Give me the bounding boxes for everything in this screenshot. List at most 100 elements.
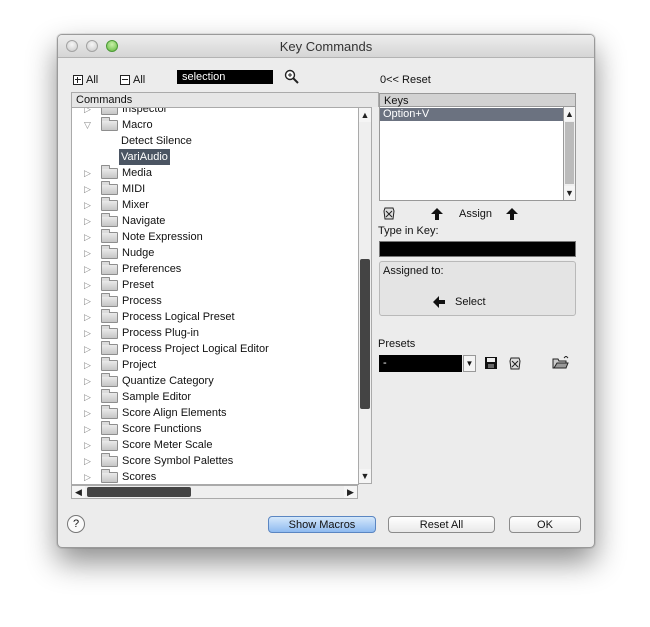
tree-item[interactable]: ▷ Process Plug-in <box>72 325 358 341</box>
title-bar: Key Commands <box>58 35 594 58</box>
folder-icon <box>101 181 118 195</box>
disclosure-closed-icon[interactable]: ▷ <box>84 309 94 325</box>
disclosure-closed-icon[interactable]: ▷ <box>84 405 94 421</box>
disclosure-closed-icon[interactable]: ▷ <box>84 213 94 229</box>
disclosure-closed-icon[interactable]: ▷ <box>84 325 94 341</box>
folder-icon <box>101 245 118 259</box>
scroll-left-arrow-icon[interactable]: ◀ <box>72 486 85 498</box>
commands-scroll-thumb[interactable] <box>360 259 370 409</box>
ok-button[interactable]: OK <box>509 516 581 533</box>
reset-all-button[interactable]: Reset All <box>388 516 495 533</box>
collapse-all-button[interactable]: All <box>120 74 145 86</box>
tree-item[interactable]: ▷ Note Expression <box>72 229 358 245</box>
keys-list[interactable]: Option+V <box>379 107 565 201</box>
commands-tree[interactable]: ▷ Inspector ▽ Macro Detect Silence VariAudio ▷… <box>71 107 359 485</box>
disclosure-closed-icon[interactable]: ▷ <box>84 453 94 469</box>
disclosure-closed-icon[interactable]: ▷ <box>84 277 94 293</box>
arrow-up-icon[interactable] <box>431 208 443 220</box>
tree-item[interactable]: ▷ Preset <box>72 277 358 293</box>
disclosure-closed-icon[interactable]: ▷ <box>84 245 94 261</box>
disclosure-closed-icon[interactable]: ▷ <box>84 469 94 484</box>
tree-item[interactable]: ▷ Sample Editor <box>72 389 358 405</box>
folder-icon <box>101 165 118 179</box>
tree-item[interactable]: ▷ Quantize Category <box>72 373 358 389</box>
disclosure-open-icon[interactable]: ▽ <box>84 117 94 133</box>
tree-item-label: Note Expression <box>122 231 203 243</box>
commands-column-header: Commands <box>71 92 379 107</box>
keys-scroll-down-icon[interactable]: ▼ <box>564 186 575 200</box>
key-row[interactable]: Option+V <box>380 108 563 121</box>
tree-item-label: Scores <box>122 471 157 483</box>
disclosure-closed-icon[interactable]: ▷ <box>84 373 94 389</box>
disclosure-closed-icon[interactable]: ▷ <box>84 421 94 437</box>
tree-item[interactable]: ▷ Process Logical Preset <box>72 309 358 325</box>
tree-item[interactable]: ▷ MIDI <box>72 181 358 197</box>
disclosure-closed-icon[interactable]: ▷ <box>84 108 94 117</box>
open-folder-icon[interactable] <box>552 356 569 370</box>
disclosure-closed-icon[interactable]: ▷ <box>84 181 94 197</box>
search-icon[interactable] <box>284 69 300 85</box>
disclosure-closed-icon[interactable]: ▷ <box>84 341 94 357</box>
keys-scrollbar[interactable]: ▲ ▼ <box>563 107 576 201</box>
folder-icon <box>101 405 118 419</box>
tree-item[interactable]: ▷ Inspector <box>72 108 358 117</box>
tree-item[interactable]: ▷ Score Align Elements <box>72 405 358 421</box>
disclosure-closed-icon[interactable]: ▷ <box>84 389 94 405</box>
folder-icon <box>101 389 118 403</box>
presets-dropdown-arrow-icon[interactable]: ▼ <box>463 355 476 372</box>
presets-select[interactable]: - <box>379 355 462 372</box>
tree-item[interactable]: ▷ Media <box>72 165 358 181</box>
commands-horizontal-scrollbar[interactable]: ◀ ▶ <box>71 485 358 499</box>
tree-item-selected[interactable]: VariAudio <box>72 149 358 165</box>
tree-item[interactable]: Detect Silence <box>72 133 358 149</box>
tree-item[interactable]: ▷ Mixer <box>72 197 358 213</box>
tree-item[interactable]: ▷ Navigate <box>72 213 358 229</box>
folder-icon <box>101 421 118 435</box>
help-button[interactable]: ? <box>67 515 85 533</box>
tree-item[interactable]: ▷ Score Functions <box>72 421 358 437</box>
disclosure-closed-icon[interactable]: ▷ <box>84 357 94 373</box>
tree-item[interactable]: ▷ Process <box>72 293 358 309</box>
tree-item[interactable]: ▷ Project <box>72 357 358 373</box>
type-in-key-field[interactable] <box>379 241 576 257</box>
show-macros-button[interactable]: Show Macros <box>268 516 376 533</box>
scroll-down-arrow-icon[interactable]: ▼ <box>359 469 371 483</box>
tree-item-label: Score Align Elements <box>122 407 227 419</box>
disclosure-closed-icon[interactable]: ▷ <box>84 165 94 181</box>
arrow-up-icon[interactable] <box>506 208 518 220</box>
disclosure-closed-icon[interactable]: ▷ <box>84 293 94 309</box>
search-input[interactable]: selection <box>177 70 273 84</box>
folder-icon <box>101 117 118 131</box>
assign-button[interactable]: Assign <box>459 208 492 220</box>
tree-item-label: Nudge <box>122 247 155 259</box>
tree-item-label: Preferences <box>122 263 182 275</box>
delete-preset-icon[interactable] <box>508 356 522 371</box>
disclosure-closed-icon[interactable]: ▷ <box>84 261 94 277</box>
tree-item[interactable]: ▷ Preferences <box>72 261 358 277</box>
keys-scroll-up-icon[interactable]: ▲ <box>564 107 575 121</box>
disclosure-closed-icon[interactable]: ▷ <box>84 437 94 453</box>
commands-vertical-scrollbar[interactable]: ▲ ▼ <box>358 107 372 484</box>
folder-icon <box>101 277 118 291</box>
expand-all-button[interactable]: All <box>73 74 98 86</box>
tree-item[interactable]: ▷ Scores <box>72 469 358 484</box>
save-preset-icon[interactable] <box>484 356 498 370</box>
scroll-right-arrow-icon[interactable]: ▶ <box>344 486 357 498</box>
folder-icon <box>101 341 118 355</box>
select-button[interactable]: Select <box>433 296 486 308</box>
commands-hscroll-thumb[interactable] <box>87 487 191 497</box>
keys-column-header: Keys <box>379 93 576 107</box>
tree-item-label: Score Symbol Palettes <box>122 455 234 467</box>
folder-icon <box>101 229 118 243</box>
scroll-up-arrow-icon[interactable]: ▲ <box>359 108 371 122</box>
disclosure-closed-icon[interactable]: ▷ <box>84 197 94 213</box>
reset-button[interactable]: 0<< Reset <box>380 74 431 86</box>
tree-item-label: Preset <box>122 279 154 291</box>
tree-item[interactable]: ▷ Nudge <box>72 245 358 261</box>
delete-key-icon[interactable] <box>382 206 396 221</box>
tree-item[interactable]: ▷ Process Project Logical Editor <box>72 341 358 357</box>
tree-item[interactable]: ▽ Macro <box>72 117 358 133</box>
disclosure-closed-icon[interactable]: ▷ <box>84 229 94 245</box>
tree-item[interactable]: ▷ Score Meter Scale <box>72 437 358 453</box>
tree-item[interactable]: ▷ Score Symbol Palettes <box>72 453 358 469</box>
